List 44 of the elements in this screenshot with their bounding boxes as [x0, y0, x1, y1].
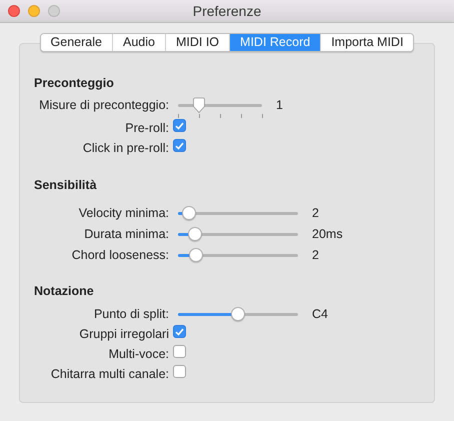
section-heading: Preconteggio	[33, 75, 115, 91]
field-label: Click in pre-roll:	[82, 140, 169, 157]
field-label: Pre-roll:	[124, 120, 169, 137]
checkmark-icon	[175, 122, 184, 130]
tab[interactable]: Generale	[40, 34, 112, 51]
tab[interactable]: Importa MIDI	[320, 34, 414, 51]
tick-mark	[241, 114, 242, 118]
tick-mark	[199, 114, 200, 118]
section-heading: Notazione	[33, 283, 95, 299]
slider-thumb[interactable]	[182, 206, 196, 220]
slider-thumb[interactable]	[192, 97, 206, 114]
tick-mark	[262, 114, 263, 118]
field-label: Punto di split:	[92, 306, 169, 323]
slider-value: 2	[312, 205, 319, 222]
checkmark-icon	[175, 142, 184, 150]
zoom-button[interactable]	[48, 5, 60, 17]
field-label: Durata minima:	[83, 226, 169, 243]
field-label: Chord looseness:	[70, 247, 169, 264]
slider-value: C4	[312, 306, 328, 323]
slider-thumb[interactable]	[231, 307, 245, 321]
window-title: Preferenze	[192, 2, 262, 20]
checkbox[interactable]	[173, 345, 186, 358]
close-button[interactable]	[8, 5, 20, 17]
section-heading: Sensibilità	[33, 177, 98, 193]
slider-value: 20ms	[312, 226, 343, 243]
tab[interactable]: Audio	[112, 34, 165, 51]
checkbox[interactable]	[173, 119, 186, 132]
slider-thumb[interactable]	[189, 248, 203, 262]
slider-value: 1	[276, 97, 283, 114]
checkbox[interactable]	[173, 325, 186, 338]
checkbox[interactable]	[173, 139, 186, 152]
field-label: Velocity minima:	[78, 205, 169, 222]
slider-thumb[interactable]	[188, 227, 202, 241]
minimize-button[interactable]	[28, 5, 40, 17]
tick-mark	[220, 114, 221, 118]
field-label: Gruppi irregolari	[78, 326, 169, 343]
slider-value: 2	[312, 247, 319, 264]
tick-mark	[178, 114, 179, 118]
checkbox[interactable]	[173, 365, 186, 378]
tab[interactable]: MIDI IO	[164, 34, 230, 51]
field-label: Chitarra multi canale:	[50, 366, 169, 383]
field-label: Multi-voce:	[108, 346, 169, 363]
field-label: Misure di preconteggio:	[38, 97, 169, 114]
checkmark-icon	[175, 328, 184, 336]
